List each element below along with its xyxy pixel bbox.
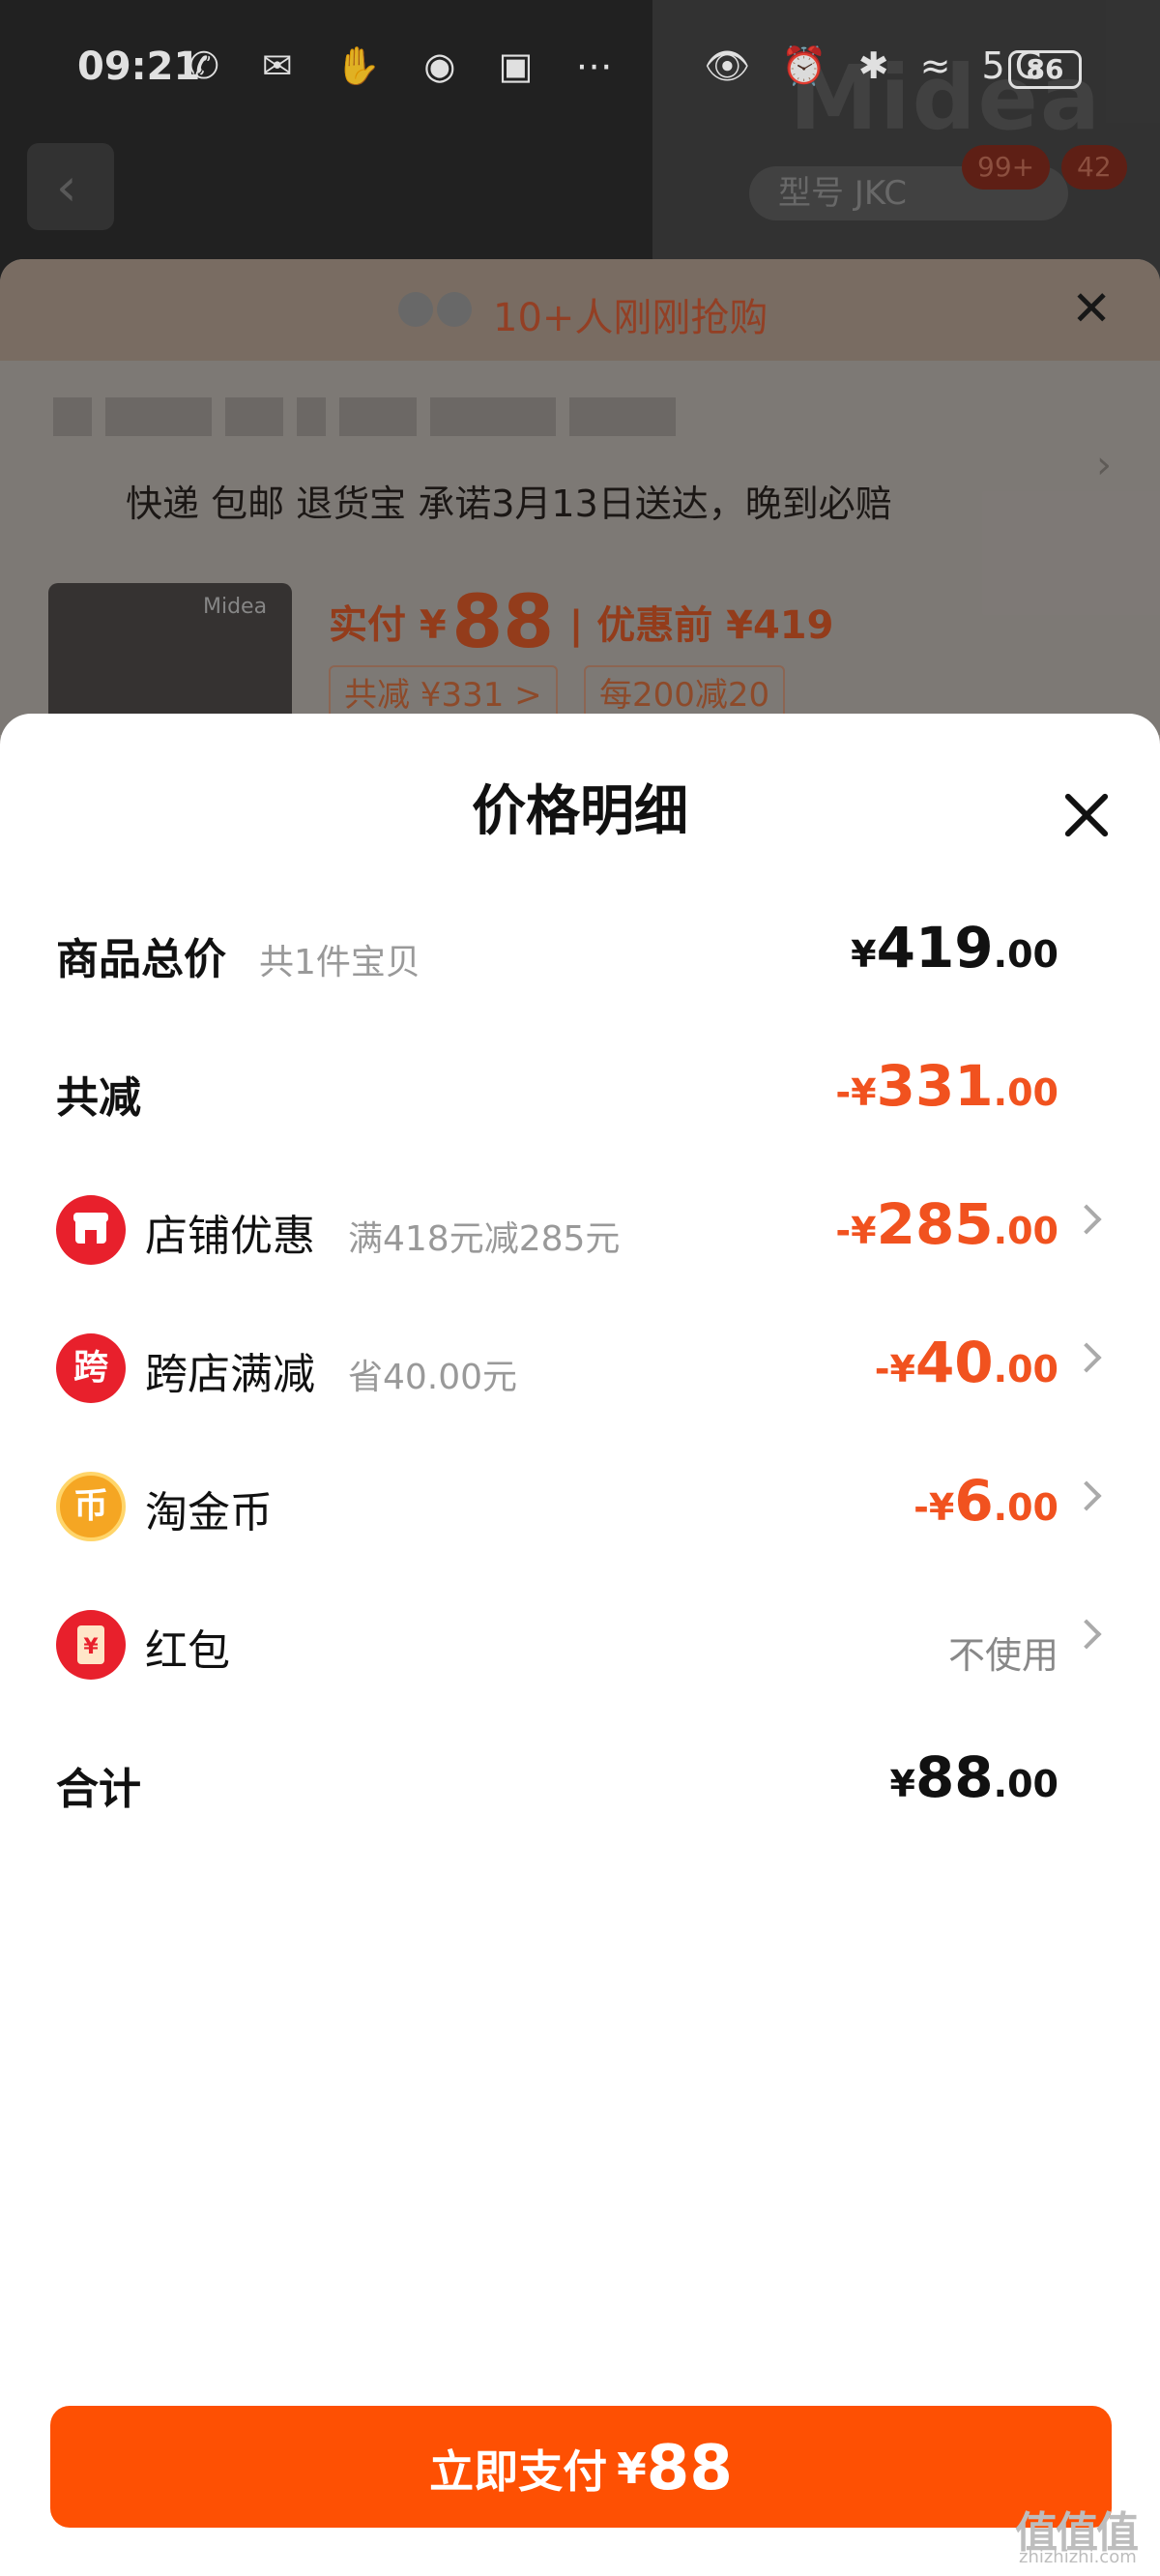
row-subtitle: 满418元减285元 [348,1219,621,1259]
site-watermark-url: zhizhizhi.com [1019,2547,1137,2567]
reduction-amount: -¥331.00 [835,1053,1058,1119]
pay-now-button[interactable]: 立即支付 ¥88 [50,2406,1112,2528]
svg-text:¥: ¥ [83,1635,99,1659]
row-title: 商品总价 [56,935,226,984]
shop-discount-amount: -¥285.00 [835,1191,1058,1257]
row-title: 淘金币 [145,1488,273,1537]
row-cross-store[interactable]: 跨 跨店满减 省40.00元 -¥40.00 [0,1314,1160,1420]
chevron-right-icon [1071,1480,1102,1511]
pay-amount: 88 [646,2433,733,2504]
row-title: 共减 [56,1073,141,1123]
cross-store-amount: -¥40.00 [874,1330,1058,1395]
cross-store-icon: 跨 [56,1333,126,1403]
chevron-right-icon [1071,1204,1102,1235]
row-title: 跨店满减 [145,1350,315,1399]
chevron-right-icon [1071,1619,1102,1650]
coin-icon: 币 [56,1472,126,1541]
close-icon[interactable] [1063,791,1110,837]
row-taojinbi[interactable]: 币 淘金币 -¥6.00 [0,1452,1160,1559]
sum-amount: ¥88.00 [889,1744,1059,1810]
row-red-packet[interactable]: ¥ 红包 不使用 [0,1591,1160,1697]
chevron-right-icon [1071,1342,1102,1373]
price-detail-panel: 价格明细 商品总价 共1件宝贝 ¥419.00 共减 -¥331.00 店铺优惠… [0,714,1160,2576]
row-title: 店铺优惠 [145,1212,315,1261]
row-title: 合计 [56,1765,141,1814]
row-total-price: 商品总价 共1件宝贝 ¥419.00 [0,899,1160,1006]
red-packet-icon: ¥ [56,1610,126,1680]
store-icon [56,1195,126,1265]
row-total-reduction: 共减 -¥331.00 [0,1038,1160,1144]
red-packet-value: 不使用 [947,1634,1058,1677]
total-amount: ¥419.00 [851,915,1058,981]
coin-amount: -¥6.00 [914,1468,1058,1534]
pay-currency: ¥ [617,2444,647,2494]
row-title: 红包 [145,1626,230,1676]
row-subtitle: 省40.00元 [348,1358,518,1397]
row-subtitle: 共1件宝贝 [259,943,420,982]
panel-title: 价格明细 [472,780,688,843]
pay-label: 立即支付 [429,2445,608,2498]
row-shop-discount[interactable]: 店铺优惠 满418元减285元 -¥285.00 [0,1176,1160,1282]
overlay-dim [0,0,1160,735]
row-sum: 合计 ¥88.00 [0,1729,1160,1835]
